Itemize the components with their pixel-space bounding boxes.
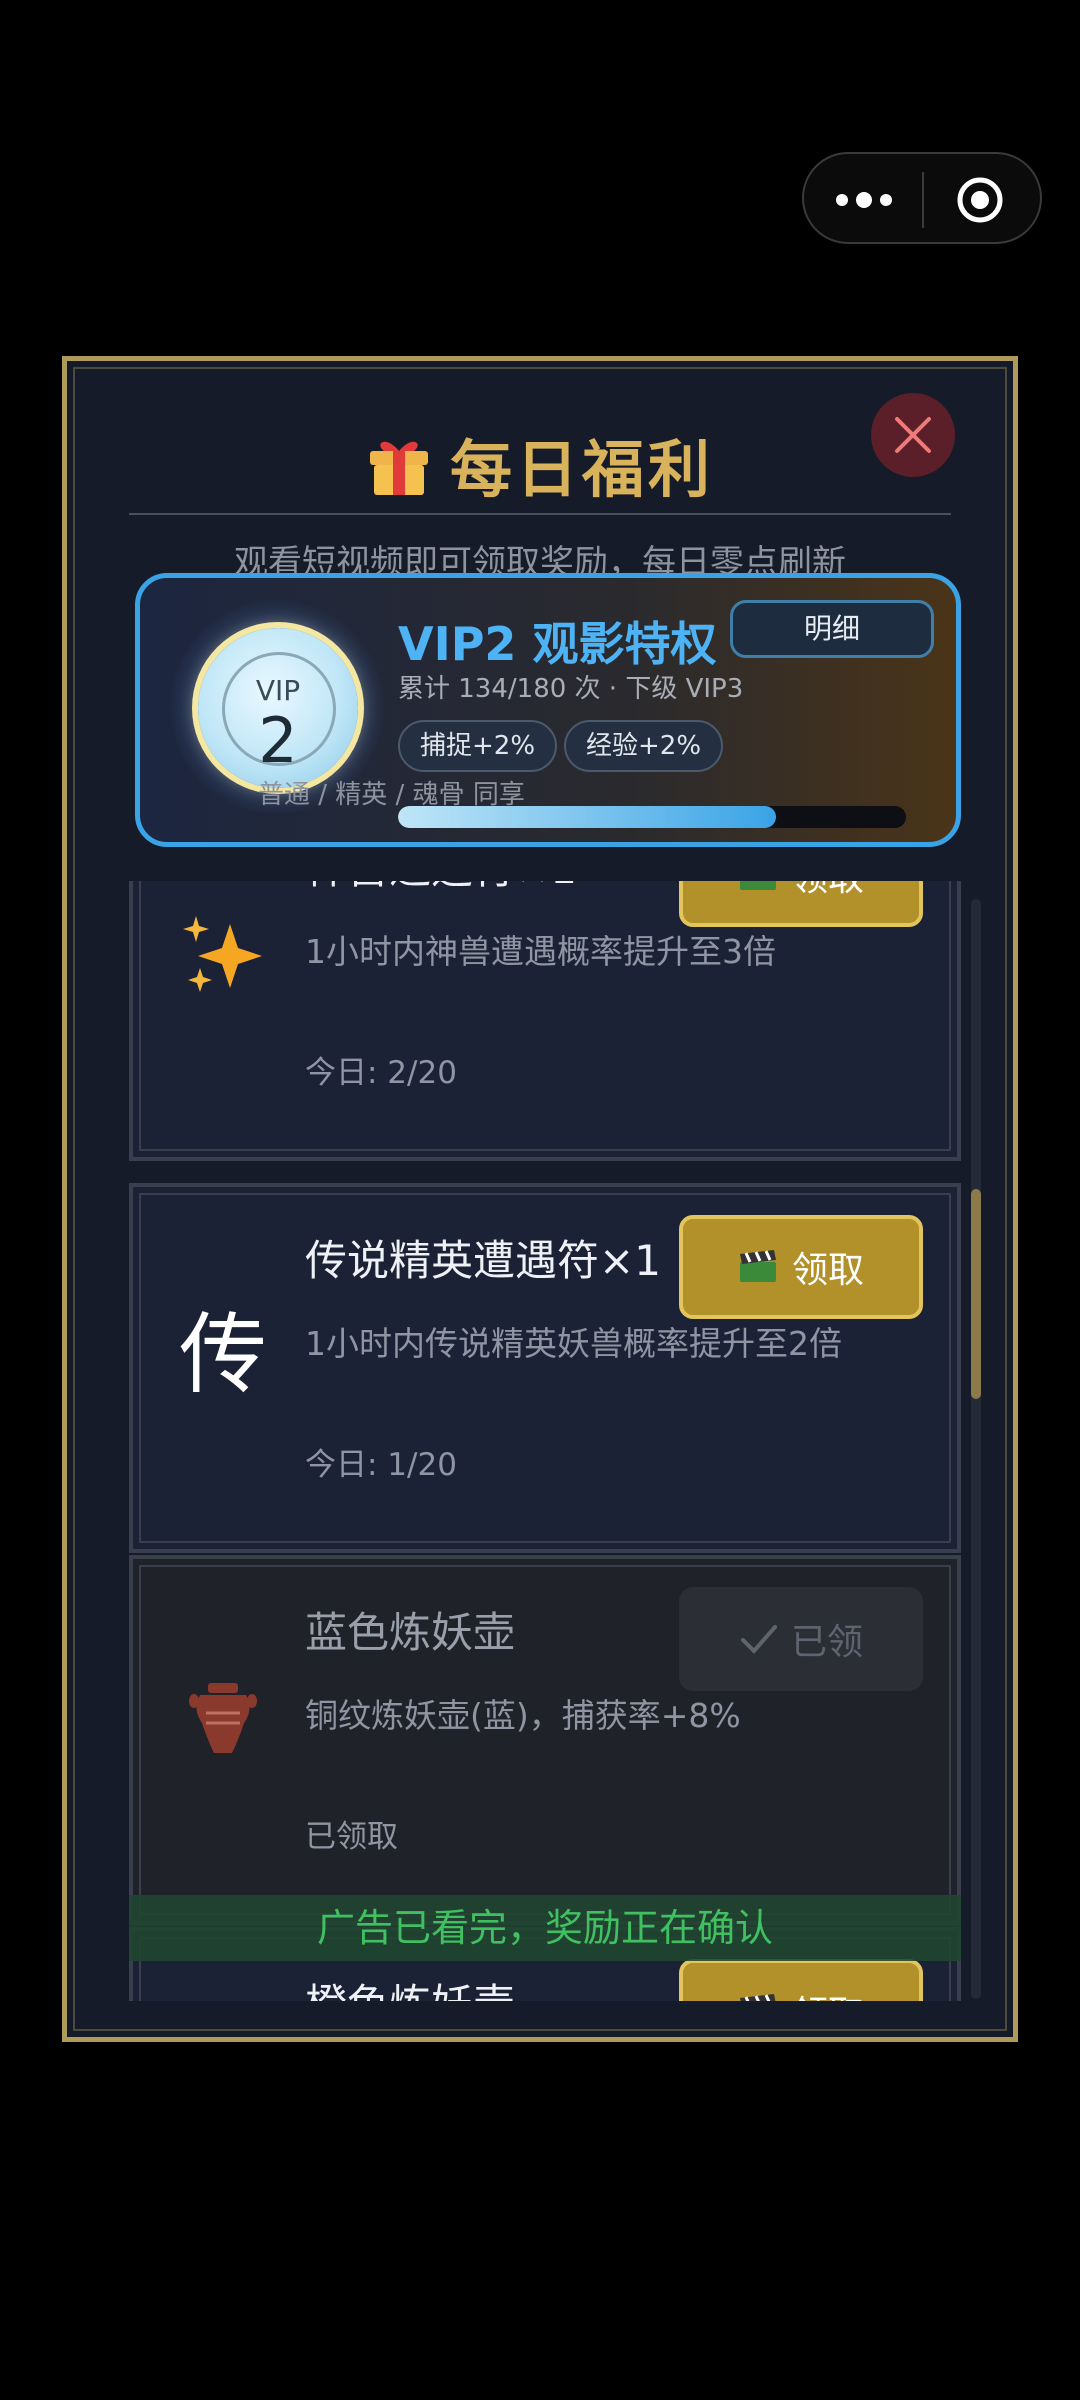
vip-badge-label: VIP [255, 674, 301, 707]
reward-name: 传说精英遭遇符×1 [305, 1236, 661, 1285]
clapperboard-icon [739, 1250, 776, 1282]
daily-welfare-modal: 每日福利 观看短视频即可领取奖励，每日零点刷新 VIP 2 VIP2 观影特权 … [62, 356, 1018, 2042]
close-icon [895, 417, 931, 453]
vip-badge-level: 2 [258, 704, 298, 777]
clapperboard-icon [739, 881, 776, 890]
exp-bonus-tag: 经验+2% [564, 720, 724, 772]
claim-button[interactable]: 领取 [679, 1959, 923, 2001]
claimed-button-label: 已领 [790, 1622, 863, 1663]
modal-header: 每日福利 [75, 419, 1005, 506]
vip-badge: VIP 2 [198, 628, 358, 788]
claim-button[interactable]: 领取 [679, 881, 923, 927]
scrollbar-thumb[interactable] [971, 1189, 981, 1399]
clapperboard-icon [739, 1994, 776, 2001]
claimed-button: 已领 [679, 1587, 923, 1691]
claim-button-label: 领取 [791, 1250, 864, 1291]
reward-card-blue-jar: 蓝色炼妖壶 铜纹炼妖壶(蓝)，捕获率+8% 已领取 已领 [129, 1555, 961, 1925]
miniprogram-capsule [802, 152, 1042, 244]
vip-stat: 累计 134/180 次 · 下级 VIP3 [398, 674, 744, 704]
jar-icon [173, 1669, 273, 1769]
reward-desc: 1小时内传说精英妖兽概率提升至2倍 [305, 1324, 842, 1363]
more-icon[interactable] [834, 188, 894, 212]
modal-inner: 每日福利 观看短视频即可领取奖励，每日零点刷新 VIP 2 VIP2 观影特权 … [73, 367, 1007, 2031]
close-button[interactable] [871, 393, 955, 477]
reward-list[interactable]: 神兽遭遇符×1 1小时内神兽遭遇概率提升至3倍 今日: 2/20 领取 传 传说… [75, 881, 1005, 2001]
reward-claimed-status: 已领取 [305, 1819, 398, 1855]
list-scrollbar[interactable] [971, 899, 981, 1999]
reward-card-legend-elite: 传 传说精英遭遇符×1 1小时内传说精英妖兽概率提升至2倍 今日: 1/20 领… [129, 1183, 961, 1553]
detail-button[interactable]: 明细 [730, 600, 934, 658]
close-miniprogram-icon[interactable] [956, 176, 1004, 224]
claim-button-label: 领取 [792, 1985, 864, 2001]
reward-today-count: 今日: 2/20 [305, 1055, 457, 1091]
reward-desc: 铜纹炼妖壶(蓝)，捕获率+8% [305, 1696, 741, 1735]
modal-title: 每日福利 [449, 433, 714, 506]
reward-name: 神兽遭遇符×1 [305, 881, 577, 896]
capture-bonus-tag: 捕捉+2% [398, 720, 558, 772]
legend-char: 传 [178, 1302, 267, 1406]
reward-today-count: 今日: 1/20 [305, 1447, 457, 1483]
claim-button[interactable]: 领取 [679, 1215, 923, 1319]
header-divider [129, 513, 951, 515]
reward-desc: 1小时内神兽遭遇概率提升至3倍 [305, 932, 776, 971]
vip-progress-bar [398, 806, 906, 828]
reward-card-mythic-encounter: 神兽遭遇符×1 1小时内神兽遭遇概率提升至3倍 今日: 2/20 领取 [129, 881, 961, 1161]
reward-name: 橙色炼妖壶 [305, 1971, 515, 2001]
reward-name: 蓝色炼妖壶 [305, 1608, 516, 1657]
gift-icon [369, 441, 428, 495]
capsule-divider [922, 172, 924, 228]
vip-progress-fill [398, 806, 776, 828]
sparkles-icon [173, 905, 273, 1005]
claim-button-label: 领取 [792, 881, 864, 901]
vip-card: VIP 2 VIP2 观影特权 明细 累计 134/180 次 · 下级 VIP… [135, 573, 961, 847]
check-icon [740, 1625, 777, 1654]
vip-name: VIP2 观影特权 [398, 617, 717, 671]
legend-char-icon: 传 [173, 1297, 273, 1406]
ad-complete-toast: 广告已看完，奖励正在确认 [129, 1895, 961, 1961]
